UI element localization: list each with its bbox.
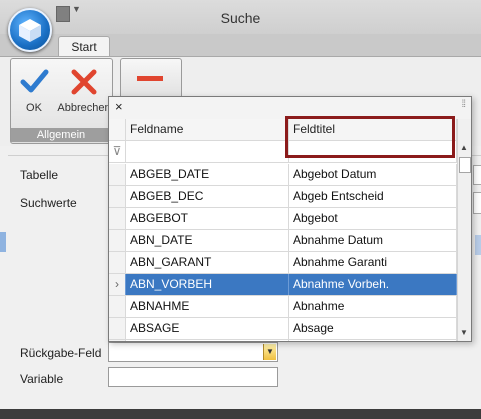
feldtitel-cell[interactable]: Abnahme Vorbeh.: [289, 274, 457, 295]
feldname-cell[interactable]: ABN_DATE: [126, 230, 289, 251]
row-indicator[interactable]: [109, 296, 126, 317]
table-row[interactable]: ABN_GARANT Abnahme Garanti: [109, 252, 457, 274]
feldtitel-cell[interactable]: Abgebot Datum: [289, 164, 457, 185]
row-indicator[interactable]: [109, 252, 126, 273]
status-strip: [0, 409, 481, 419]
tabelle-label: Tabelle: [20, 168, 59, 182]
feldtitel-cell[interactable]: Abgebot: [289, 208, 457, 229]
rueckgabe-feld-combo[interactable]: ▼: [108, 342, 278, 362]
cube-icon: [19, 19, 41, 42]
tabelle-field[interactable]: [473, 165, 481, 185]
close-icon[interactable]: ×: [115, 99, 123, 114]
feldtitel-cell[interactable]: Absage Entsch: [289, 340, 457, 341]
ribbon-group-label: Allgemein: [11, 128, 111, 142]
feldname-cell[interactable]: ABSAGE: [126, 318, 289, 339]
feldname-cell[interactable]: ABSAGE_DEC: [126, 340, 289, 341]
scroll-thumb[interactable]: [459, 157, 471, 173]
row-indicator[interactable]: [109, 164, 126, 185]
feldname-cell[interactable]: ABGEB_DATE: [126, 164, 289, 185]
feldname-cell[interactable]: ABN_GARANT: [126, 252, 289, 273]
row-selection-indicator: [0, 232, 6, 252]
feldname-cell[interactable]: ABGEBOT: [126, 208, 289, 229]
variable-input[interactable]: [108, 367, 278, 387]
feldname-cell[interactable]: ABNAHME: [126, 296, 289, 317]
feldtitel-cell[interactable]: Abnahme Garanti: [289, 252, 457, 273]
scroll-up-icon[interactable]: ▲: [460, 143, 468, 152]
row-indicator-header: [109, 119, 126, 140]
feldtitel-cell[interactable]: Abnahme: [289, 296, 457, 317]
remove-button[interactable]: [120, 58, 182, 100]
feldtitel-cell[interactable]: Absage: [289, 318, 457, 339]
vertical-scrollbar[interactable]: ▲ ▼: [457, 119, 471, 341]
table-row[interactable]: ABGEB_DEC Abgeb Entscheid: [109, 186, 457, 208]
column-header-feldname[interactable]: Feldname: [126, 119, 289, 140]
rueckgabe-feld-label: Rückgabe-Feld: [20, 346, 102, 360]
resize-grip-icon[interactable]: ⁞⁞: [461, 99, 465, 110]
feldtitel-cell[interactable]: Abgeb Entscheid: [289, 186, 457, 207]
table-row[interactable]: ABSAGE_DECAbsage Entsch: [109, 340, 457, 341]
filter-icon[interactable]: ⊽: [109, 141, 126, 162]
cancel-button-label: Abbrechen: [57, 102, 111, 114]
feldname-cell[interactable]: ABN_VORBEH: [126, 274, 289, 295]
table-row[interactable]: ABGEB_DATE Abgebot Datum: [109, 164, 457, 186]
feldtitel-cell[interactable]: Abnahme Datum: [289, 230, 457, 251]
chevron-down-icon[interactable]: ▼: [263, 344, 276, 360]
row-indicator[interactable]: ›: [109, 274, 126, 295]
feldname-cell[interactable]: ABGEB_DEC: [126, 186, 289, 207]
ok-button-label: OK: [26, 102, 42, 114]
window-title: Suche: [220, 10, 261, 26]
cancel-button[interactable]: Abbrechen: [56, 62, 112, 118]
filter-feldname-input[interactable]: [126, 141, 289, 162]
suchwerte-field[interactable]: [473, 192, 481, 214]
suchwerte-label: Suchwerte: [20, 196, 77, 210]
table-row[interactable]: › ABN_VORBEH Abnahme Vorbeh.: [109, 274, 457, 296]
minus-icon: [137, 76, 163, 81]
checkmark-icon: [20, 69, 49, 93]
application-menu-button[interactable]: [8, 8, 52, 52]
row-indicator[interactable]: [109, 208, 126, 229]
table-row[interactable]: ABSAGE Absage: [109, 318, 457, 340]
close-x-icon: [71, 69, 97, 95]
tab-start[interactable]: Start: [58, 36, 110, 58]
ok-button[interactable]: OK: [14, 62, 54, 118]
variable-label: Variable: [20, 372, 64, 386]
row-selection-indicator-right: [475, 235, 481, 255]
table-row[interactable]: ABGEBOT Abgebot: [109, 208, 457, 230]
row-indicator[interactable]: [109, 230, 126, 251]
row-indicator[interactable]: [109, 186, 126, 207]
scroll-down-icon[interactable]: ▼: [460, 328, 468, 337]
row-indicator[interactable]: [109, 318, 126, 339]
table-row[interactable]: ABN_DATE Abnahme Datum: [109, 230, 457, 252]
table-row[interactable]: ABNAHME Abnahme: [109, 296, 457, 318]
annotation-highlight-box: [285, 116, 455, 158]
row-indicator[interactable]: [109, 340, 126, 341]
